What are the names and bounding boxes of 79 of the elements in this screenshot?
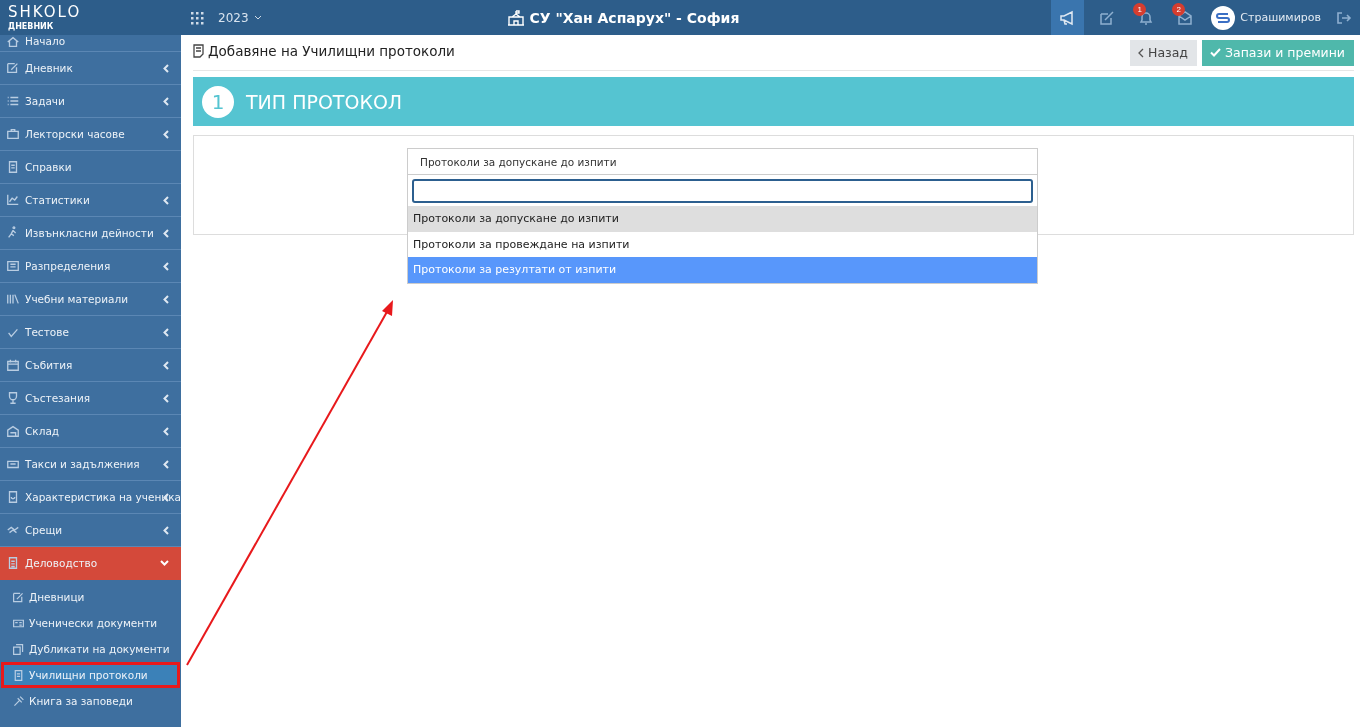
sidebar-item[interactable]: Дневник	[0, 52, 181, 85]
sidebar-item[interactable]: Лекторски часове	[0, 118, 181, 151]
apps-grid-icon[interactable]	[190, 10, 204, 25]
menu-icon	[6, 94, 20, 108]
menu-icon	[6, 160, 20, 174]
submenu-icon	[12, 668, 25, 682]
submenu-item[interactable]: Ученически документи	[2, 611, 179, 635]
sidebar-item[interactable]: Справки	[0, 151, 181, 184]
envelope-icon	[1176, 9, 1193, 26]
chevron-left-icon	[163, 327, 169, 337]
page-title: Добавяне на Училищни протоколи	[208, 42, 455, 59]
chevron-left-icon	[163, 294, 169, 304]
sidebar-item[interactable]: Задачи	[0, 85, 181, 118]
submenu-item[interactable]: Книга за заповеди	[2, 689, 179, 713]
school-building-icon	[507, 9, 526, 26]
document-icon	[193, 43, 204, 58]
sidebar-item[interactable]: Такси и задължения	[0, 448, 181, 481]
sidebar-item[interactable]: Състезания	[0, 382, 181, 415]
submenu-item[interactable]: Дневници	[2, 585, 179, 609]
chevron-left-icon	[163, 195, 169, 205]
sidebar-item[interactable]: Събития	[0, 349, 181, 382]
menu-icon	[6, 127, 20, 141]
checkmark-icon	[1210, 48, 1221, 57]
chevron-left-icon	[163, 63, 169, 73]
year-dropdown[interactable]: 2023	[218, 10, 262, 25]
step-number: 1	[202, 85, 234, 118]
step-title: ТИП ПРОТОКОЛ	[246, 90, 403, 113]
chevron-left-icon	[163, 393, 169, 403]
message-count: 2	[1172, 3, 1186, 16]
chevron-left-icon	[163, 261, 169, 271]
sidebar-item[interactable]: Склад	[0, 415, 181, 448]
sidebar-item[interactable]: Тестове	[0, 316, 181, 349]
school-name: СУ "Хан Аспарух" - София	[529, 9, 740, 26]
user-name[interactable]: Страшимиров	[1240, 11, 1321, 24]
sidebar-item[interactable]: Извънкласни дейности	[0, 217, 181, 250]
menu-icon	[6, 358, 20, 372]
submenu-icon	[12, 590, 25, 604]
messages-button[interactable]: 2	[1168, 0, 1202, 35]
logo-subtitle: ДНЕВНИК	[8, 22, 54, 31]
chevron-left-icon	[163, 426, 169, 436]
search-field[interactable]	[412, 179, 1033, 203]
caret-icon	[253, 14, 262, 21]
chevron-left-icon	[163, 96, 169, 106]
chevron-left-icon	[163, 129, 169, 139]
menu-icon	[6, 292, 20, 306]
menu-icon	[6, 556, 20, 570]
submenu-item[interactable]: Училищни протоколи	[2, 663, 179, 687]
menu-icon	[6, 391, 20, 405]
menu-icon	[6, 424, 20, 438]
back-button[interactable]: Назад	[1130, 39, 1197, 66]
logo[interactable]: SHKOLO	[8, 4, 82, 20]
chevron-left-icon	[1138, 47, 1144, 58]
sidebar-item[interactable]: Начало	[0, 35, 181, 52]
menu-icon	[6, 61, 20, 75]
chevron-left-icon	[163, 360, 169, 370]
sidebar-item[interactable]: Статистики	[0, 184, 181, 217]
menu-icon	[6, 35, 20, 49]
announcements-icon[interactable]	[1051, 0, 1085, 35]
submenu-icon	[12, 642, 25, 656]
dropdown-option[interactable]: Протоколи за допускане до изпити	[408, 206, 1037, 232]
protocol-type-select[interactable]: Протоколи за допускане до изпити	[407, 148, 1038, 175]
notification-count: 1	[1133, 3, 1147, 16]
sidebar-item[interactable]: Разпределения	[0, 250, 181, 283]
user-avatar[interactable]	[1211, 5, 1236, 30]
menu-icon	[6, 193, 20, 207]
dropdown-option[interactable]: Протоколи за резултати от изпити	[408, 257, 1037, 283]
menu-icon	[6, 259, 20, 273]
notifications-button[interactable]: 1	[1129, 0, 1163, 35]
sidebar-item[interactable]: Деловодство	[0, 547, 181, 580]
chevron-down-icon	[160, 560, 169, 566]
submenu-item[interactable]: Дубликати на документи	[2, 637, 179, 661]
chevron-left-icon	[163, 228, 169, 238]
dropdown-option[interactable]: Протоколи за провеждане на изпити	[408, 231, 1037, 257]
bell-icon	[1137, 9, 1154, 26]
menu-icon	[6, 490, 20, 504]
submenu-icon	[12, 694, 25, 708]
sidebar-item[interactable]: Учебни материали	[0, 283, 181, 316]
chevron-left-icon	[163, 459, 169, 469]
chevron-left-icon	[163, 525, 169, 535]
